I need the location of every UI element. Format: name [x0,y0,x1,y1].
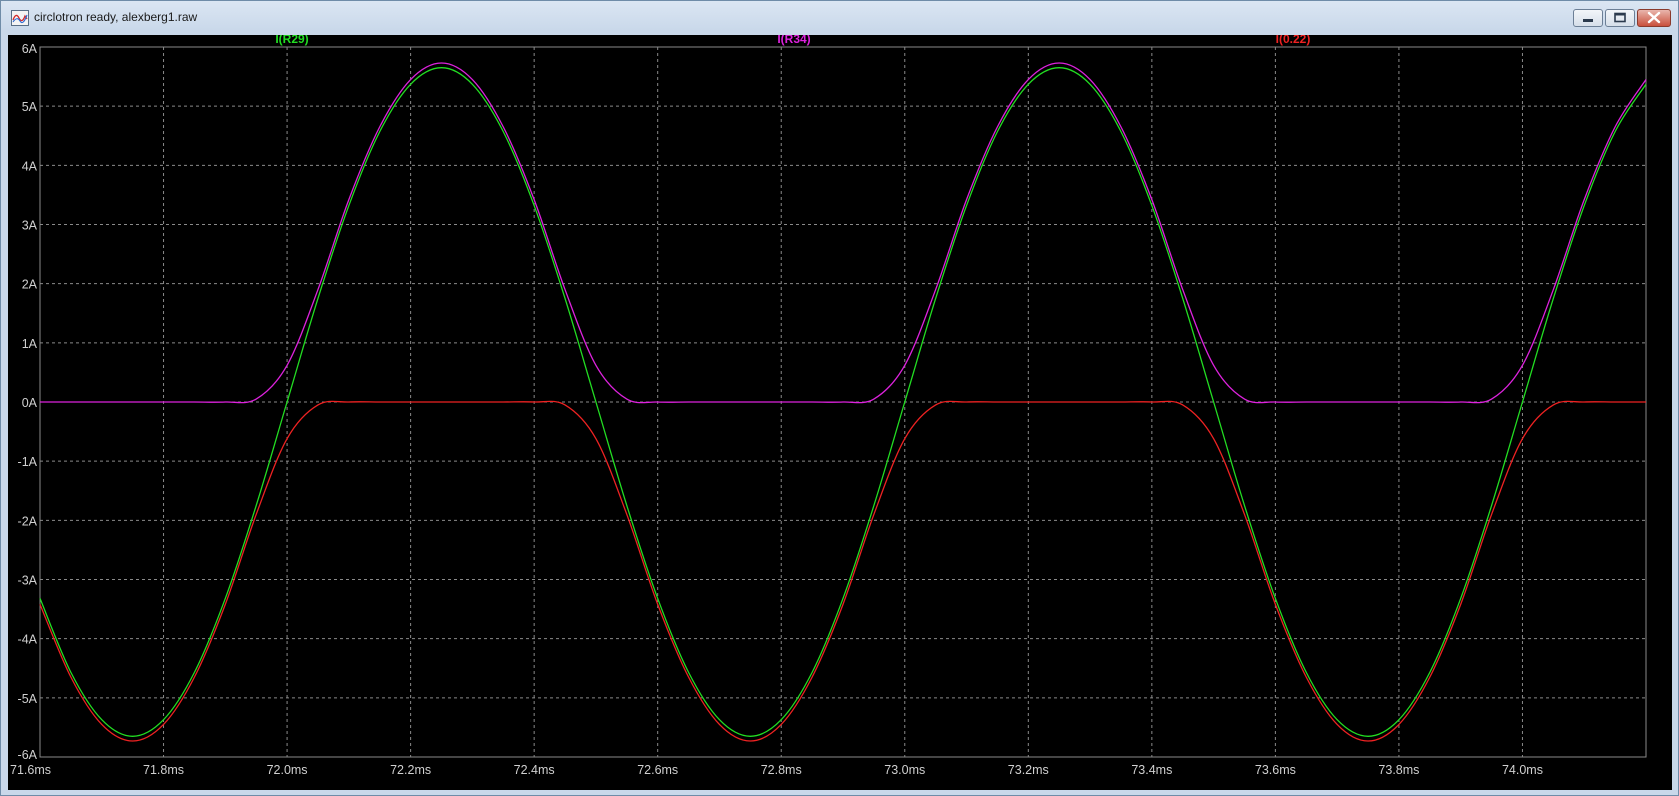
trace-label[interactable]: I(0.22) [1276,35,1311,46]
trace-label[interactable]: I(R29) [275,35,308,46]
title-bar[interactable]: circlotron ready, alexberg1.raw [1,1,1678,35]
y-tick-label: 5A [22,100,38,114]
x-tick-label: 73.8ms [1378,763,1419,777]
series-line-i-r34-[interactable] [40,62,1647,404]
x-tick-label: 72.2ms [390,763,431,777]
y-tick-label: -6A [18,748,38,762]
y-axis-ticks: 6A 5A 4A 3A 2A 1A 0A -1A -2A -3A -4A -5A -6A [18,42,38,762]
y-tick-label: -3A [18,574,38,588]
window-title: circlotron ready, alexberg1.raw [34,10,198,24]
x-tick-label: 72.0ms [267,763,308,777]
waveform-viewer-icon [11,10,29,26]
y-tick-label: 4A [22,159,38,173]
series-line-i-0-22-[interactable] [39,400,1646,742]
y-tick-label: -5A [18,692,38,706]
x-tick-label: 73.2ms [1008,763,1049,777]
x-tick-label: 73.4ms [1131,763,1172,777]
x-tick-label: 72.4ms [514,763,555,777]
x-axis-ticks: 71.6ms 71.8ms 72.0ms 72.2ms 72.4ms 72.6ms 72.8… [10,763,1543,777]
close-icon [1647,11,1661,24]
x-tick-label: 71.8ms [143,763,184,777]
minimize-icon [1583,19,1593,22]
maximize-button[interactable] [1605,9,1635,27]
x-tick-label: 74.0ms [1502,763,1543,777]
close-button[interactable] [1637,9,1671,27]
y-tick-label: -1A [18,455,38,469]
y-tick-label: 1A [22,337,38,351]
maximize-icon [1614,12,1626,23]
x-tick-label: 71.6ms [10,763,51,777]
y-tick-label: 6A [22,42,38,56]
y-tick-label: 0A [22,396,38,410]
x-tick-label: 72.6ms [637,763,678,777]
trace-labels: I(R29) I(R34) I(0.22) [275,35,1310,46]
trace-label[interactable]: I(R34) [777,35,810,46]
x-tick-label: 73.0ms [884,763,925,777]
y-tick-label: 3A [22,219,38,233]
waveform-window: circlotron ready, alexberg1.raw 71.6ms 71… [0,0,1679,796]
y-tick-label: -2A [18,514,38,528]
minimize-button[interactable] [1573,9,1603,27]
plot-pane[interactable]: 71.6ms 71.8ms 72.0ms 72.2ms 72.4ms 72.6ms 72.8… [8,35,1672,790]
x-tick-label: 72.8ms [761,763,802,777]
y-tick-label: 2A [22,278,38,292]
x-tick-label: 73.6ms [1255,763,1296,777]
waveform-plot[interactable]: 71.6ms 71.8ms 72.0ms 72.2ms 72.4ms 72.6ms 72.8… [8,35,1672,790]
y-tick-label: -4A [18,633,38,647]
